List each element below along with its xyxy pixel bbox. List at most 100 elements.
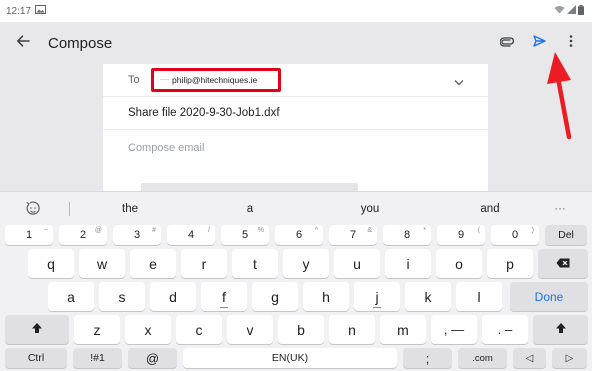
- key-0[interactable]: 0): [491, 225, 539, 245]
- del-key[interactable]: Del: [545, 225, 587, 245]
- key-8[interactable]: 8 *: [383, 225, 431, 245]
- compose-card: To —— philip@hitechniques.ie Share file …: [103, 64, 488, 191]
- key-n[interactable]: n: [329, 315, 375, 344]
- key-7[interactable]: 7 &: [329, 225, 377, 245]
- signal-icon: [567, 5, 576, 17]
- subject-field[interactable]: Share file 2020-9-30-Job1.dxf: [128, 107, 280, 119]
- body-field[interactable]: Compose email: [128, 142, 204, 154]
- attachment-preview[interactable]: [141, 183, 358, 191]
- comma-key[interactable]: , —: [431, 315, 477, 344]
- send-icon: [532, 34, 546, 52]
- shift-icon: [31, 322, 43, 337]
- chevron-down-icon[interactable]: [454, 73, 464, 91]
- key-4-label: 4: [187, 229, 195, 241]
- send-button[interactable]: [526, 30, 552, 56]
- suggestion-3[interactable]: you: [340, 192, 400, 225]
- key-e[interactable]: e: [130, 249, 176, 278]
- done-key[interactable]: Done: [510, 282, 588, 311]
- key-z[interactable]: z: [74, 315, 120, 344]
- more-suggestions[interactable]: ···: [540, 192, 580, 225]
- key-s[interactable]: s: [99, 282, 145, 311]
- key-v[interactable]: v: [227, 315, 273, 344]
- recipient-chip[interactable]: —— philip@hitechniques.ie: [151, 68, 281, 92]
- key-g[interactable]: g: [252, 282, 298, 311]
- key-1-label: 1: [25, 229, 33, 241]
- status-left: 12:17: [6, 5, 47, 17]
- status-right: [554, 4, 584, 18]
- suggestion-4[interactable]: and: [460, 192, 520, 225]
- key-3-alt: #: [152, 227, 156, 234]
- key-k[interactable]: k: [405, 282, 451, 311]
- home-key-marker: [220, 307, 228, 308]
- key-r[interactable]: r: [181, 249, 227, 278]
- back-button[interactable]: [4, 22, 42, 64]
- key-7-label: 7: [349, 229, 357, 241]
- key-2[interactable]: 2 @: [59, 225, 107, 245]
- attach-button[interactable]: [494, 30, 520, 56]
- key-l[interactable]: l: [456, 282, 502, 311]
- key-u[interactable]: u: [334, 249, 380, 278]
- suggestion-1[interactable]: the: [100, 192, 160, 225]
- emoji-icon[interactable]: [18, 192, 48, 225]
- key-9-alt: (: [477, 227, 480, 234]
- key-3[interactable]: 3 #: [113, 225, 161, 245]
- suggestion-divider: [69, 202, 70, 216]
- key-6[interactable]: 6 ^: [275, 225, 323, 245]
- suggestion-2[interactable]: a: [220, 192, 280, 225]
- at-key[interactable]: @: [128, 348, 177, 368]
- semicolon-key[interactable]: ;: [403, 348, 452, 368]
- status-bar: 12:17: [0, 0, 592, 22]
- key-0-label: 0: [511, 229, 519, 241]
- key-p[interactable]: p: [487, 249, 533, 278]
- key-t[interactable]: t: [232, 249, 278, 278]
- recipient-prefix: ——: [160, 77, 170, 83]
- key-y[interactable]: y: [283, 249, 329, 278]
- key-8-label: 8: [403, 229, 411, 241]
- shift-icon: [555, 322, 567, 337]
- key-c[interactable]: c: [176, 315, 222, 344]
- recipient-email: philip@hitechniques.ie: [172, 75, 258, 85]
- key-w[interactable]: w: [79, 249, 125, 278]
- key-a[interactable]: a: [48, 282, 94, 311]
- app-bar: Compose: [0, 22, 592, 64]
- key-0-alt: ): [531, 227, 534, 234]
- subject-row[interactable]: Share file 2020-9-30-Job1.dxf: [103, 97, 488, 130]
- key-q[interactable]: q: [28, 249, 74, 278]
- key-4[interactable]: 4/: [167, 225, 215, 245]
- ctrl-key[interactable]: Ctrl: [5, 348, 67, 368]
- key-b[interactable]: b: [278, 315, 324, 344]
- key-5[interactable]: 5%: [221, 225, 269, 245]
- key-1[interactable]: 1 ~: [5, 225, 53, 245]
- page-title: Compose: [48, 34, 113, 52]
- to-row: To —— philip@hitechniques.ie: [103, 64, 488, 97]
- period-key[interactable]: . –: [482, 315, 528, 344]
- key-f[interactable]: f: [201, 282, 247, 311]
- key-8-alt: *: [423, 227, 426, 234]
- key-6-label: 6: [295, 229, 303, 241]
- cursor-left-key[interactable]: ◁: [513, 348, 546, 368]
- shift-key-right[interactable]: [533, 315, 588, 344]
- backspace-key[interactable]: [538, 249, 588, 278]
- on-screen-keyboard: the a you and ··· 1 ~ 2 @ 3 # 4/ 5% 6 ^ 7 & 8…: [0, 191, 592, 371]
- key-d[interactable]: d: [150, 282, 196, 311]
- dotcom-key[interactable]: .com: [458, 348, 507, 368]
- space-key[interactable]: EN(UK): [183, 348, 397, 368]
- to-label: To: [128, 74, 140, 86]
- status-time: 12:17: [6, 5, 32, 17]
- key-2-label: 2: [79, 229, 87, 241]
- more-options-button[interactable]: [558, 30, 584, 56]
- shift-key-left[interactable]: [5, 315, 69, 344]
- symbols-key[interactable]: !#1: [73, 348, 122, 368]
- cursor-right-key[interactable]: ▷: [552, 348, 587, 368]
- more-vert-icon: [569, 34, 573, 52]
- key-j[interactable]: j: [354, 282, 400, 311]
- key-9[interactable]: 9(: [437, 225, 485, 245]
- key-2-alt: @: [94, 227, 102, 234]
- key-m[interactable]: m: [380, 315, 426, 344]
- key-o[interactable]: o: [436, 249, 482, 278]
- key-h[interactable]: h: [303, 282, 349, 311]
- key-5-alt: %: [257, 227, 264, 234]
- key-i[interactable]: i: [385, 249, 431, 278]
- app-actions: [494, 22, 584, 64]
- key-x[interactable]: x: [125, 315, 171, 344]
